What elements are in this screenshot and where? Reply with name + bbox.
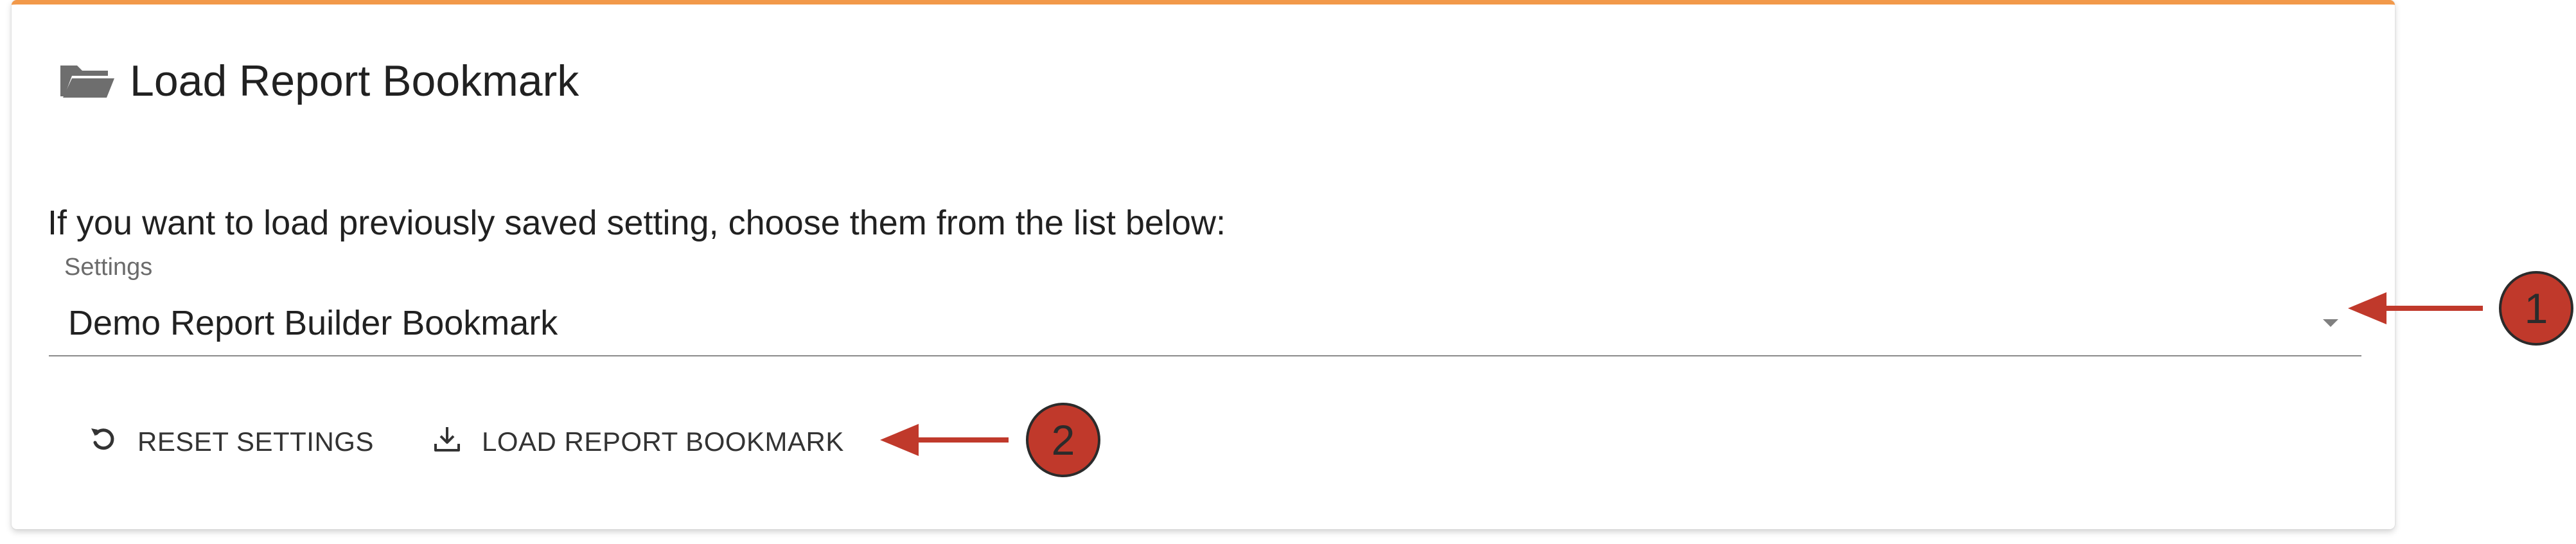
undo-icon xyxy=(87,423,118,461)
annotation-badge-2: 2 xyxy=(1026,403,1100,477)
screenshot-stage: Load Report Bookmark If you want to load… xyxy=(0,0,2576,544)
settings-selected-value: Demo Report Builder Bookmark xyxy=(68,304,558,342)
load-bookmark-card: Load Report Bookmark If you want to load… xyxy=(12,0,2395,529)
settings-field-label: Settings xyxy=(64,254,153,281)
reset-settings-button[interactable]: RESET SETTINGS xyxy=(87,423,374,461)
card-actions: RESET SETTINGS LOAD REPORT BOOKMARK xyxy=(87,423,844,461)
card-title: Load Report Bookmark xyxy=(130,57,579,105)
chevron-down-icon[interactable] xyxy=(2323,319,2338,327)
reset-settings-label: RESET SETTINGS xyxy=(137,426,374,457)
load-report-bookmark-label: LOAD REPORT BOOKMARK xyxy=(481,426,844,457)
annotation-number-2: 2 xyxy=(1051,416,1075,464)
load-report-bookmark-button[interactable]: LOAD REPORT BOOKMARK xyxy=(432,423,844,461)
annotation-arrow-2 xyxy=(880,424,1009,456)
annotation-number-1: 1 xyxy=(2524,285,2548,332)
folder-open-icon xyxy=(58,62,116,100)
annotation-badge-1: 1 xyxy=(2499,271,2573,346)
annotation-arrow-1 xyxy=(2348,292,2483,324)
settings-select[interactable]: Settings Demo Report Builder Bookmark xyxy=(49,254,2361,356)
undo-icon-graphic xyxy=(91,428,114,450)
folder-open-icon-graphic xyxy=(60,66,114,98)
download-icon xyxy=(432,423,463,461)
download-icon-graphic xyxy=(434,427,460,452)
instruction-text: If you want to load previously saved set… xyxy=(48,204,1226,242)
card-header: Load Report Bookmark xyxy=(58,59,579,103)
